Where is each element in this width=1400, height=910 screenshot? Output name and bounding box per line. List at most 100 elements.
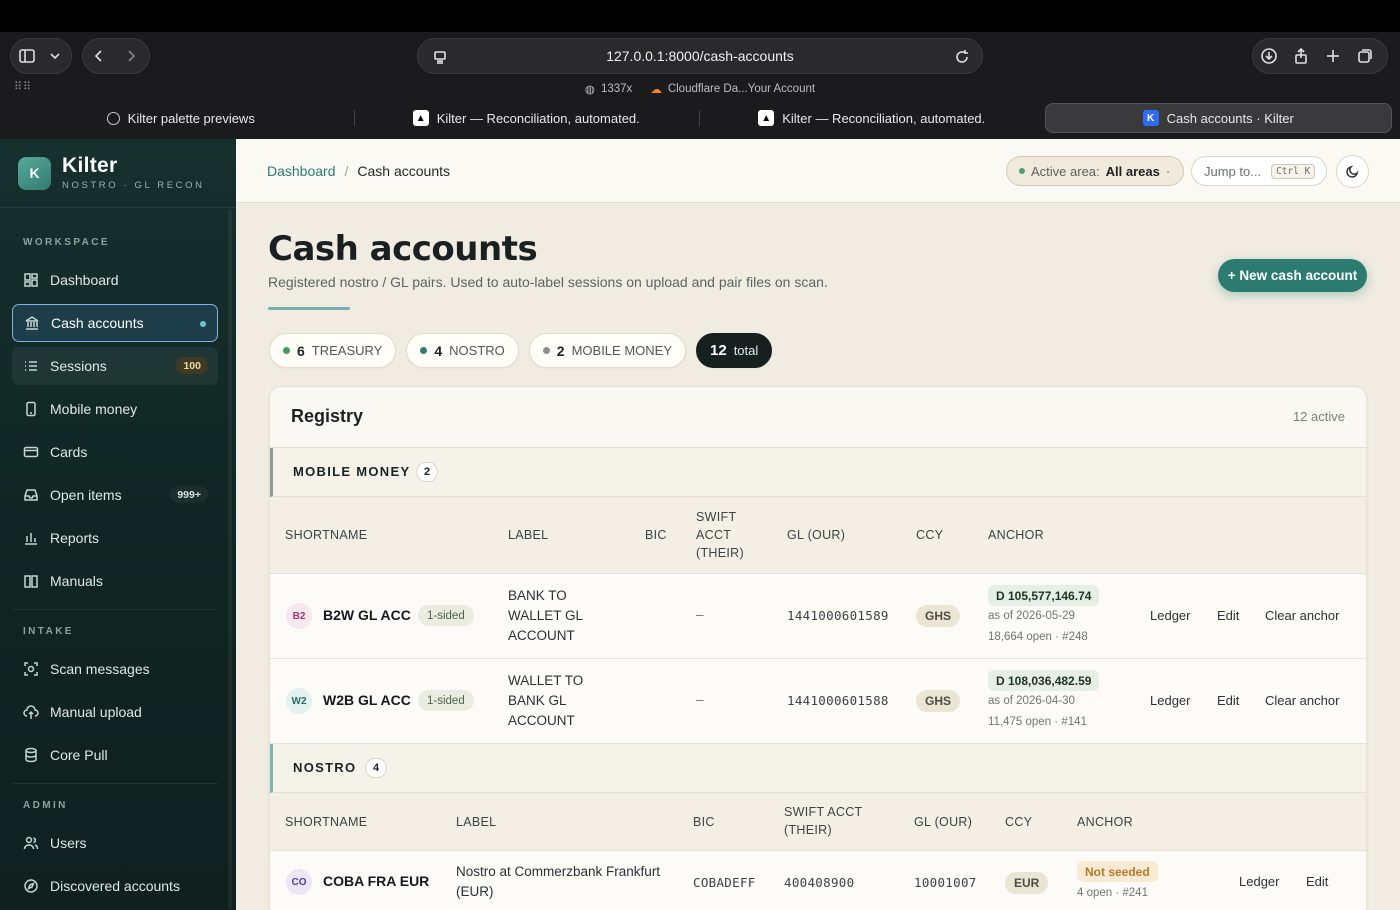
edit-link[interactable]: Edit	[1217, 608, 1239, 623]
col-swift[interactable]: SWIFT ACCT (THEIR)	[696, 508, 744, 562]
account-label: BANK TO WALLET GL ACCOUNT	[508, 586, 583, 646]
url-text[interactable]: 127.0.0.1:8000/cash-accounts	[606, 48, 794, 64]
shortname[interactable]: B2W GL ACC	[323, 607, 411, 623]
chip-count: 6	[297, 342, 305, 359]
bookmark-cloudflare[interactable]: ☁ Cloudflare Da...Your Account	[650, 80, 815, 98]
toolbar-actions	[1252, 38, 1388, 74]
col-swift-line: ACCT	[696, 528, 732, 542]
sidebar-item-manuals[interactable]: Manuals	[12, 562, 218, 600]
group-mobile-money[interactable]: MOBILE MONEY 2	[270, 448, 1366, 497]
brand[interactable]: K Kilter NOSTRO · GL RECON	[0, 139, 236, 208]
sidebar-item-cards[interactable]: Cards	[12, 433, 218, 471]
col-label[interactable]: LABEL	[508, 526, 548, 544]
ledger-link[interactable]: Ledger	[1150, 693, 1190, 708]
sidebar-item-cash-accounts[interactable]: Cash accounts	[12, 304, 218, 342]
bic-code: COBADEFF	[693, 875, 756, 890]
edit-link[interactable]: Edit	[1217, 693, 1239, 708]
sidebar-item-sessions[interactable]: Sessions 100	[12, 347, 218, 385]
tab-cash-accounts[interactable]: K Cash accounts · Kilter	[1044, 103, 1392, 133]
sidebar-item-mobile-money[interactable]: Mobile money	[12, 390, 218, 428]
back-icon[interactable]	[83, 40, 115, 72]
gl-number: 1441000601588	[787, 693, 889, 708]
sidebar-item-open-items[interactable]: Open items 999+	[12, 476, 218, 514]
tab-title: Kilter — Reconciliation, automated.	[436, 110, 640, 126]
col-gl[interactable]: GL (OUR)	[787, 526, 845, 544]
col-anchor[interactable]: ANCHOR	[988, 526, 1044, 544]
sidebar-item-discovered-accounts[interactable]: Discovered accounts	[12, 867, 218, 905]
book-icon	[22, 572, 40, 590]
tab-overview-icon[interactable]	[1349, 40, 1381, 72]
sidebar-toggle-group[interactable]	[10, 38, 72, 74]
col-anchor[interactable]: ANCHOR	[1077, 813, 1133, 831]
chip-count: 4	[434, 342, 443, 359]
col-bic[interactable]: BIC	[645, 526, 667, 544]
active-area-selector[interactable]: Active area: All areas ·	[1006, 156, 1184, 186]
theme-toggle-button[interactable]	[1336, 155, 1369, 188]
chip-count: 2	[556, 342, 565, 359]
compass-icon	[22, 877, 40, 895]
sidebar-item-label: Scan messages	[50, 661, 150, 677]
col-shortname[interactable]: SHORTNAME	[285, 526, 367, 544]
sidebar-item-users[interactable]: Users	[12, 824, 218, 862]
clear-anchor-link[interactable]: Clear anchor	[1265, 608, 1339, 623]
sidebar-item-label: Core Pull	[50, 747, 108, 763]
jump-to-search[interactable]: Jump to... Ctrl K	[1191, 156, 1327, 186]
col-ccy[interactable]: CCY	[1005, 813, 1032, 831]
sidebar-toggle-icon[interactable]	[11, 40, 43, 72]
sidebar-item-reports[interactable]: Reports	[12, 519, 218, 557]
sidebar-item-manual-upload[interactable]: Manual upload	[12, 693, 218, 731]
table-row[interactable]: B2 B2W GL ACC 1-sided BANK TO WALLET GL …	[270, 574, 1366, 659]
chevron-down-icon[interactable]	[43, 40, 67, 72]
currency-badge: GHS	[916, 605, 961, 627]
address-bar[interactable]: 127.0.0.1:8000/cash-accounts	[417, 38, 983, 74]
crumb-dashboard-link[interactable]: Dashboard	[267, 163, 336, 179]
chip-mobile-money[interactable]: 2 MOBILE MONEY	[528, 333, 686, 368]
divider	[12, 609, 218, 610]
ledger-link[interactable]: Ledger	[1239, 874, 1279, 889]
shortname[interactable]: W2B GL ACC	[323, 692, 411, 708]
forward-icon[interactable]	[115, 40, 147, 72]
keyboard-shortcut: Ctrl K	[1271, 163, 1316, 179]
page-settings-icon[interactable]	[424, 41, 456, 73]
bookmark-label: 1337x	[600, 83, 633, 95]
col-shortname[interactable]: SHORTNAME	[285, 813, 367, 831]
anchor-balance: D 108,036,482.59	[988, 670, 1100, 691]
table-row[interactable]: W2 W2B GL ACC 1-sided WALLET TO BANK GL …	[270, 659, 1366, 744]
chip-total[interactable]: 12 total	[696, 333, 773, 368]
reload-icon[interactable]	[946, 41, 978, 73]
sidebar-item-scan-messages[interactable]: Scan messages	[12, 650, 218, 688]
col-swift-line: SWIFT ACCT	[784, 805, 863, 819]
shortname[interactable]: COBA FRA EUR	[323, 873, 429, 889]
new-tab-icon[interactable]	[1317, 40, 1349, 72]
share-icon[interactable]	[1285, 40, 1317, 72]
sidebar-scrollbar[interactable]	[228, 209, 232, 909]
sidebar-item-core-pull[interactable]: Core Pull	[12, 736, 218, 774]
clear-anchor-link[interactable]: Clear anchor	[1265, 693, 1339, 708]
new-cash-account-button[interactable]: + New cash account	[1218, 259, 1367, 292]
edit-link[interactable]: Edit	[1306, 874, 1328, 889]
ledger-link[interactable]: Ledger	[1150, 608, 1190, 623]
download-icon[interactable]	[1253, 40, 1285, 72]
col-label[interactable]: LABEL	[456, 813, 496, 831]
cloud-icon: ☁	[650, 84, 662, 96]
chip-treasury[interactable]: 6 TREASURY	[269, 333, 397, 368]
col-ccy[interactable]: CCY	[916, 526, 943, 544]
group-title: MOBILE MONEY	[293, 464, 411, 479]
chip-nostro[interactable]: 4 NOSTRO	[406, 333, 519, 368]
col-gl[interactable]: GL (OUR)	[914, 813, 972, 831]
col-bic[interactable]: BIC	[693, 813, 715, 831]
col-swift[interactable]: SWIFT ACCT (THEIR)	[784, 803, 862, 839]
table-row[interactable]: CO COBA FRA EUR Nostro at Commerzbank Fr…	[270, 851, 1366, 910]
swift-acct: 400408900	[784, 875, 855, 890]
group-count-badge: 2	[416, 462, 438, 482]
open-items-count-badge: 999+	[170, 486, 208, 503]
tab-kilter-1[interactable]: ▲ Kilter — Reconciliation, automated.	[353, 103, 700, 133]
chip-label: NOSTRO	[449, 343, 505, 358]
label-line: WALLET GL	[508, 608, 584, 623]
label-line: (EUR)	[456, 884, 494, 899]
group-nostro[interactable]: NOSTRO 4	[270, 744, 1366, 793]
tab-palette-previews[interactable]: Kilter palette previews	[8, 103, 354, 133]
bookmark-1337x[interactable]: ◍ 1337x	[585, 80, 632, 98]
tab-kilter-2[interactable]: ▲ Kilter — Reconciliation, automated.	[699, 103, 1045, 133]
sidebar-item-dashboard[interactable]: Dashboard	[12, 261, 218, 299]
